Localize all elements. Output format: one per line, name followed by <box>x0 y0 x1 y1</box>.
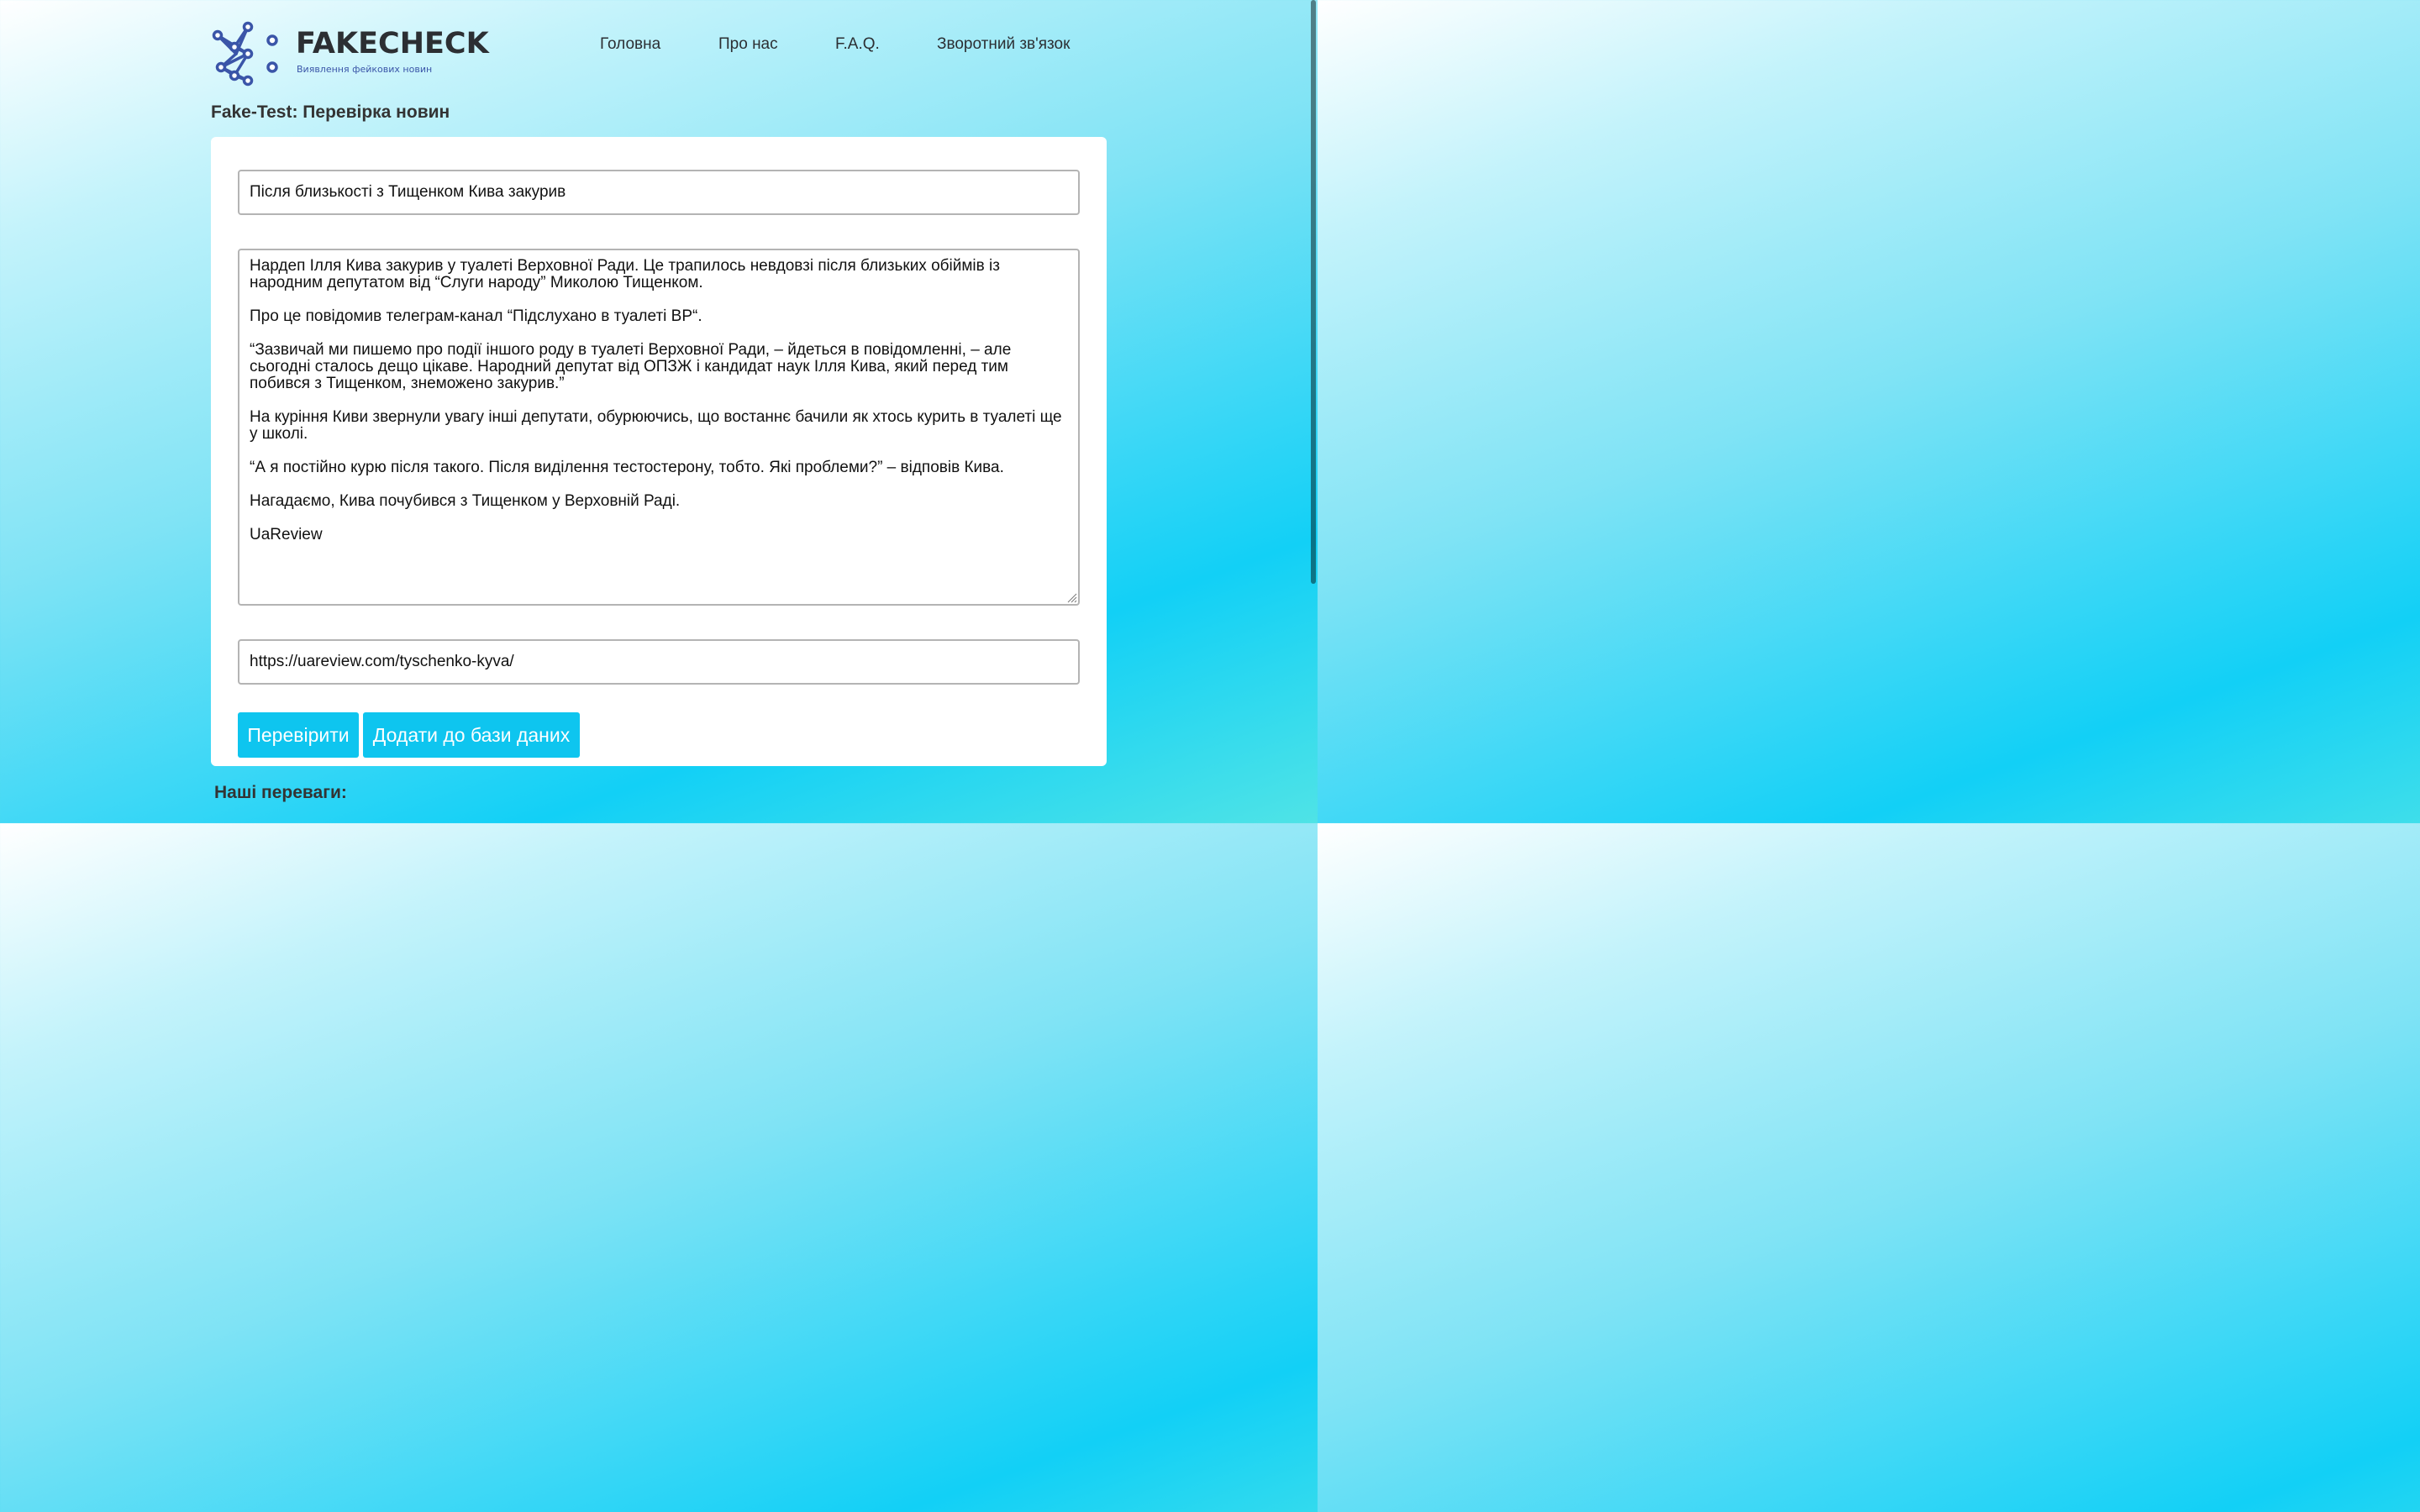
nav-item-home[interactable]: Головна <box>600 35 660 54</box>
site-header: FAKECHECK Виявлення фейкових новин Голов… <box>211 20 1107 89</box>
nav-item-contact[interactable]: Зворотний зв'язок <box>937 35 1070 54</box>
headline-input[interactable] <box>238 170 1080 215</box>
source-url-input[interactable] <box>238 639 1080 685</box>
resize-grip-icon[interactable] <box>1067 593 1077 603</box>
scrollbar-thumb[interactable] <box>1311 0 1316 584</box>
nav-item-about[interactable]: Про нас <box>718 35 778 54</box>
main-nav: Головна Про нас F.A.Q. Зворотний зв'язок <box>211 35 1107 60</box>
nav-item-faq[interactable]: F.A.Q. <box>835 35 880 54</box>
advantages-heading: Наші переваги: <box>214 783 347 802</box>
body-textarea[interactable]: Нардеп Ілля Кива закурив у туалеті Верхо… <box>238 249 1080 606</box>
news-check-form: Нардеп Ілля Кива закурив у туалеті Верхо… <box>211 137 1107 766</box>
add-to-database-button[interactable]: Додати до бази даних <box>363 712 580 758</box>
brand-tagline: Виявлення фейкових новин <box>297 64 433 75</box>
check-button[interactable]: Перевірити <box>238 712 359 758</box>
page: { "brand": { "name": "FAKECHECK", "tagli… <box>0 0 1318 823</box>
page-scrollbar[interactable] <box>1309 0 1318 823</box>
page-title: Fake-Test: Перевірка новин <box>211 102 450 122</box>
